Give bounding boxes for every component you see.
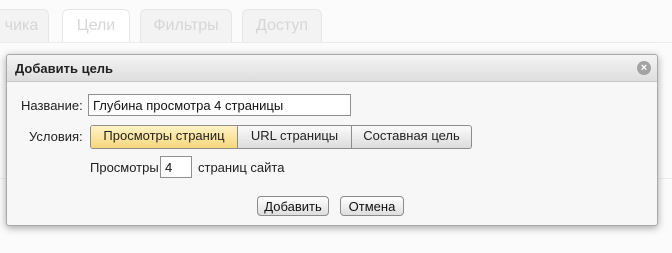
background-rule	[0, 42, 672, 43]
close-icon[interactable]: ×	[637, 61, 651, 75]
background-tab-partial: чика	[0, 9, 49, 43]
views-suffix-label: страниц сайта	[198, 160, 285, 175]
condition-url[interactable]: URL страницы	[237, 126, 351, 148]
name-label: Название:	[21, 98, 83, 113]
background-tabs: чика Цели Фильтры Доступ	[0, 0, 672, 43]
goal-name-input[interactable]	[88, 94, 351, 116]
views-label: Просмотры	[90, 160, 159, 175]
background-tab-access: Доступ	[242, 9, 322, 43]
condition-page-views[interactable]: Просмотры страниц	[91, 126, 237, 148]
dialog-title: Добавить цель	[15, 61, 114, 76]
background-tab-goals: Цели	[62, 9, 130, 43]
conditions-selector: Просмотры страниц URL страницы Составная…	[90, 125, 472, 149]
background-tab-filters: Фильтры	[140, 9, 232, 43]
cancel-button[interactable]: Отмена	[340, 196, 404, 216]
condition-composite[interactable]: Составная цель	[351, 126, 471, 148]
add-button[interactable]: Добавить	[257, 196, 329, 216]
dialog-header: Добавить цель ×	[7, 55, 657, 82]
add-goal-dialog: Добавить цель × Название: Условия: Просм…	[6, 54, 658, 226]
views-count-input[interactable]	[160, 156, 192, 178]
conditions-label: Условия:	[29, 129, 83, 144]
